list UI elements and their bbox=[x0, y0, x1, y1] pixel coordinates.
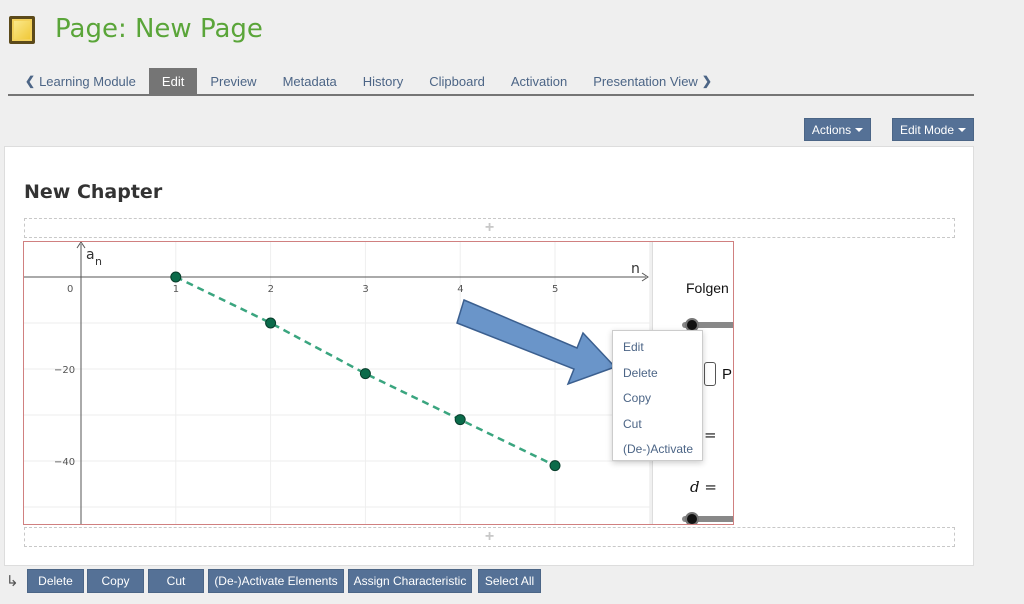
checkbox[interactable] bbox=[704, 362, 716, 386]
tab-activation[interactable]: Activation bbox=[498, 68, 580, 94]
context-menu-edit[interactable]: Edit bbox=[613, 335, 702, 361]
tab-preview[interactable]: Preview bbox=[197, 68, 269, 94]
cut-button[interactable]: Cut bbox=[148, 569, 204, 593]
y-tick-labels: −20 −40 bbox=[54, 365, 75, 468]
context-menu: Edit Delete Copy Cut (De-)Activate bbox=[612, 330, 703, 461]
sequence-point[interactable] bbox=[170, 271, 182, 283]
y-axis-label-subscript: n bbox=[95, 255, 102, 268]
chevron-left-icon: ❮ bbox=[25, 74, 36, 88]
p-label: P bbox=[722, 366, 733, 383]
add-element-zone-bottom[interactable]: + bbox=[24, 527, 955, 547]
context-menu-delete[interactable]: Delete bbox=[613, 361, 702, 387]
x-axis-label: n bbox=[631, 261, 640, 277]
assign-characteristic-button[interactable]: Assign Characteristic bbox=[348, 569, 472, 593]
tab-learning-module[interactable]: ❮ Learning Module bbox=[8, 68, 149, 94]
actions-button[interactable]: Actions bbox=[804, 118, 871, 141]
x-tick-label: 5 bbox=[552, 284, 558, 295]
tab-edit[interactable]: Edit bbox=[148, 68, 198, 94]
sequence-point[interactable] bbox=[549, 460, 561, 472]
tab-bar: ❮ Learning Module Edit Preview Metadata H… bbox=[8, 68, 974, 96]
folgen-label: Folgen bbox=[686, 280, 729, 296]
page-title: Page: New Page bbox=[55, 14, 263, 44]
tab-presentation-view[interactable]: Presentation View ❯ bbox=[580, 68, 729, 94]
d-label: d = bbox=[690, 478, 717, 496]
plus-icon: + bbox=[484, 528, 495, 545]
context-menu-cut[interactable]: Cut bbox=[613, 412, 702, 438]
deactivate-elements-button[interactable]: (De-)Activate Elements bbox=[208, 569, 344, 593]
caret-down-icon bbox=[958, 127, 967, 132]
chevron-right-icon: ❯ bbox=[701, 74, 712, 88]
x-tick-label: 2 bbox=[268, 284, 274, 295]
copy-button[interactable]: Copy bbox=[87, 569, 144, 593]
slider-handle[interactable] bbox=[685, 512, 699, 524]
y-tick-label: −40 bbox=[54, 457, 75, 468]
delete-button[interactable]: Delete bbox=[27, 569, 84, 593]
tab-metadata[interactable]: Metadata bbox=[270, 68, 350, 94]
y-axis-label: a bbox=[86, 247, 95, 263]
add-element-zone-top[interactable]: + bbox=[24, 218, 955, 238]
sequence-point[interactable] bbox=[265, 317, 277, 329]
y-tick-label: −20 bbox=[54, 365, 75, 376]
edit-mode-button[interactable]: Edit Mode bbox=[892, 118, 974, 141]
tab-clipboard[interactable]: Clipboard bbox=[416, 68, 498, 94]
tab-history[interactable]: History bbox=[350, 68, 416, 94]
x-tick-labels: 1 2 3 4 5 bbox=[173, 284, 559, 295]
page-icon bbox=[9, 16, 35, 44]
origin-label: 0 bbox=[67, 284, 73, 295]
x-tick-label: 3 bbox=[362, 284, 368, 295]
caret-down-icon bbox=[855, 127, 864, 132]
equals-label: = bbox=[704, 426, 717, 444]
chapter-heading[interactable]: New Chapter bbox=[24, 181, 162, 203]
context-menu-copy[interactable]: Copy bbox=[613, 386, 702, 412]
sequence-point[interactable] bbox=[454, 414, 466, 426]
corner-arrow-icon: ↳ bbox=[6, 573, 19, 590]
x-tick-label: 1 bbox=[173, 284, 179, 295]
x-tick-label: 4 bbox=[457, 284, 463, 295]
annotation-arrow-icon bbox=[456, 298, 617, 386]
select-all-button[interactable]: Select All bbox=[478, 569, 541, 593]
context-menu-deactivate[interactable]: (De-)Activate bbox=[613, 437, 702, 463]
sequence-point[interactable] bbox=[359, 368, 371, 380]
plus-icon: + bbox=[484, 219, 495, 236]
